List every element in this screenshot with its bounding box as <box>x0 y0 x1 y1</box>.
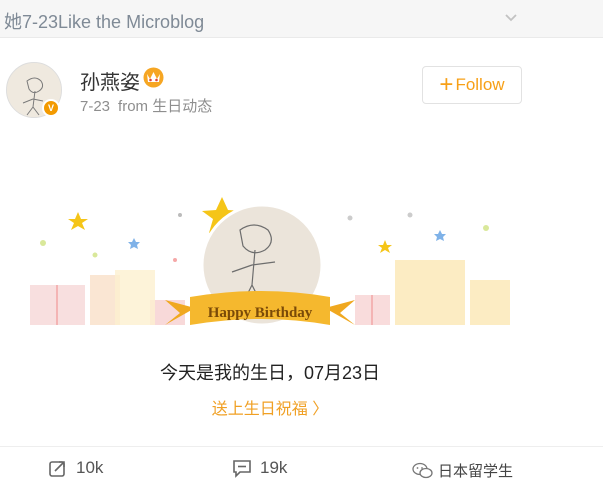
send-wishes-link[interactable]: 送上生日祝福 〉 <box>0 395 540 419</box>
post-meta: 7-23 from 生日动态 <box>80 95 220 116</box>
follow-button[interactable]: + Follow <box>422 66 522 104</box>
header-title: 她7-23Like the Microblog <box>4 12 205 32</box>
header-bar: 她7-23Like the Microblog <box>0 0 603 38</box>
comment-count: 19k <box>260 458 288 477</box>
wechat-icon <box>412 462 433 478</box>
post-source[interactable]: from 生日动态 <box>118 98 212 115</box>
footer-divider <box>0 446 603 447</box>
happy-birthday-banner: Happy Birthday <box>208 305 313 321</box>
chevron-down-icon[interactable] <box>503 9 519 25</box>
comment-button[interactable]: 19k <box>232 458 287 478</box>
verified-badge: V <box>42 99 60 117</box>
watermark: 日本留学生 <box>412 460 513 481</box>
vip-crown-icon <box>143 67 164 88</box>
birthday-text: 今天是我的生日，07月23日 <box>159 363 381 383</box>
plus-icon: + <box>439 71 454 98</box>
follow-label: Follow <box>455 75 505 94</box>
repost-button[interactable]: 10k <box>48 458 103 478</box>
watermark-label: 日本留学生 <box>438 463 514 480</box>
repost-count: 10k <box>76 458 104 477</box>
repost-icon <box>49 461 65 477</box>
post-time: 7-23 <box>80 98 111 115</box>
birthday-card-art: Happy Birthday <box>30 197 510 327</box>
username[interactable]: 孙燕姿 <box>80 66 140 95</box>
comment-icon <box>233 460 251 478</box>
